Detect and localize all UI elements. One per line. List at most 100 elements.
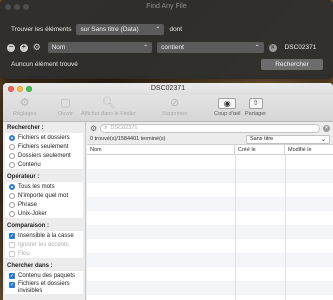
location-select-value: sur Sans titre (Data) bbox=[80, 25, 139, 33]
criterion-value-field[interactable]: DSC02371 bbox=[282, 42, 325, 53]
column-name[interactable]: Nom bbox=[87, 145, 235, 154]
find-any-file-search-window: Find Any File Trouver les éléments sur S… bbox=[0, 0, 333, 79]
delete-icon: ⊘ bbox=[170, 97, 180, 109]
clear-search-icon[interactable]: ✕ bbox=[323, 124, 330, 132]
clear-value-icon[interactable]: ✕ bbox=[268, 43, 277, 52]
checkbox-checked: ✓ bbox=[9, 272, 15, 279]
search-button[interactable]: Rechercher bbox=[261, 58, 323, 70]
column-divider bbox=[285, 155, 286, 300]
column-modified[interactable]: Modifié le bbox=[285, 145, 333, 154]
dark-window-title: Find Any File bbox=[146, 3, 187, 10]
option-case-insensitive[interactable]: ✓ Insensible à la casse bbox=[5, 231, 83, 240]
results-window-title: DSC02371 bbox=[150, 85, 186, 92]
radio-selected bbox=[9, 183, 15, 190]
option-label: Phrase bbox=[18, 201, 38, 208]
share-toolbar-item[interactable]: ⇧ Partager bbox=[245, 96, 266, 117]
option-label: Fichiers seulement bbox=[18, 143, 69, 150]
checkbox-checked: ✓ bbox=[9, 232, 15, 239]
criterion-op-value: contient bbox=[161, 44, 184, 51]
filter-search-text: DSC02371 bbox=[110, 125, 138, 131]
option-files-and-folders[interactable]: Fichiers et dossiers bbox=[5, 133, 83, 142]
radio bbox=[9, 192, 15, 199]
results-titlebar: DSC02371 bbox=[3, 83, 333, 95]
finder-label: Afficher dans le Finder bbox=[81, 111, 136, 117]
count-row: 0 trouvé(s)/1584401 terminé(s) Sans titr… bbox=[87, 134, 333, 145]
chevron-down-icon: ⌃ bbox=[155, 26, 161, 33]
suffix-label: dont bbox=[169, 25, 183, 33]
search-type-heading: Rechercher : bbox=[3, 122, 85, 133]
share-label: Partager bbox=[245, 111, 267, 117]
chevron-down-icon: ⌃ bbox=[254, 45, 260, 51]
gear-icon[interactable]: ⚙ bbox=[33, 42, 43, 53]
criterion-field-select[interactable]: Nom ⌃ bbox=[47, 42, 153, 53]
option-all-words[interactable]: Tous les mots bbox=[5, 182, 83, 191]
delete-toolbar-item[interactable]: ⊘ Supprimer bbox=[162, 96, 187, 117]
open-icon: ▢ bbox=[60, 97, 71, 109]
radio-selected bbox=[9, 134, 15, 141]
result-count: 0 trouvé(s)/1584401 terminé(s) bbox=[90, 136, 166, 142]
option-label: Flou bbox=[18, 250, 30, 257]
chevron-down-icon: ⌄ bbox=[320, 136, 326, 143]
radio bbox=[9, 161, 15, 168]
results-area: ⚙ ⌕ DSC02371 ✕ 0 trouvé(s)/1584401 termi… bbox=[87, 122, 333, 300]
filter-search-input[interactable]: ⌕ DSC02371 bbox=[100, 123, 320, 133]
criterion-op-select[interactable]: contient ⌃ bbox=[157, 42, 264, 53]
results-window: DSC02371 ⚙ Réglages ▢ Ouvrir 🔍︎ Afficher… bbox=[3, 83, 333, 300]
open-toolbar-item[interactable]: ▢ Ouvrir bbox=[58, 96, 73, 117]
delete-label: Supprimer bbox=[162, 111, 188, 117]
checkbox bbox=[9, 250, 15, 257]
option-label: Dossiers seulement bbox=[18, 152, 71, 159]
option-invisible-files[interactable]: ✓ Fichiers et dossiers invisibles bbox=[5, 280, 83, 294]
share-icon: ⇧ bbox=[248, 98, 263, 109]
option-content[interactable]: Contenu bbox=[5, 160, 83, 169]
option-label: Tous les mots bbox=[18, 183, 55, 190]
comparison-heading: Comparaison : bbox=[3, 220, 85, 231]
eye-icon: ◉ bbox=[218, 98, 237, 109]
option-label: Contenu des paquets bbox=[18, 272, 76, 279]
option-unix-joker[interactable]: Unix-Joker bbox=[5, 209, 83, 218]
radio bbox=[9, 210, 15, 217]
column-created[interactable]: Créé le bbox=[235, 145, 285, 154]
option-label: Ignorer les accents bbox=[18, 241, 69, 248]
toolbar: ⚙ Réglages ▢ Ouvrir 🔍︎ Afficher dans le … bbox=[3, 95, 333, 122]
option-folders-only[interactable]: Dossiers seulement bbox=[5, 151, 83, 160]
option-label: Fichiers et dossiers bbox=[18, 134, 70, 141]
option-label: N'importe quel mot bbox=[18, 192, 69, 199]
option-label: Insensible à la casse bbox=[18, 232, 74, 239]
criterion-field-value: Nom bbox=[51, 44, 66, 51]
sort-select[interactable]: Sans titre ⌄ bbox=[246, 134, 330, 144]
sort-value: Sans titre bbox=[250, 136, 274, 142]
checkbox-checked: ✓ bbox=[9, 282, 15, 288]
quicklook-label: Coup d'œil bbox=[214, 111, 241, 117]
gear-icon: ⚙ bbox=[19, 97, 30, 109]
search-in-heading: Chercher dans : bbox=[3, 260, 85, 271]
quicklook-toolbar-item[interactable]: ◉ Coup d'œil bbox=[214, 96, 240, 117]
location-select[interactable]: sur Sans titre (Data) ⌃ bbox=[76, 23, 165, 35]
finder-icon: 🔍︎ bbox=[101, 97, 116, 109]
status-text: Auncun élément trouvé bbox=[11, 60, 78, 68]
radio bbox=[9, 143, 15, 150]
radio bbox=[9, 201, 15, 208]
table-header: Nom Créé le Modifié le bbox=[87, 145, 333, 155]
option-label: Unix-Joker bbox=[18, 210, 47, 217]
open-label: Ouvrir bbox=[58, 111, 73, 117]
results-list[interactable] bbox=[87, 155, 333, 300]
search-icon: ⌕ bbox=[104, 124, 108, 131]
gear-icon[interactable]: ⚙ bbox=[90, 124, 97, 133]
option-label: Contenu bbox=[18, 161, 41, 168]
find-label: Trouver les éléments bbox=[11, 25, 72, 33]
remove-criterion-button[interactable]: − bbox=[7, 43, 15, 52]
option-phrase[interactable]: Phrase bbox=[5, 200, 83, 209]
add-criterion-button[interactable]: + bbox=[19, 43, 28, 52]
option-any-word[interactable]: N'importe quel mot bbox=[5, 191, 83, 200]
settings-toolbar-item[interactable]: ⚙ Réglages bbox=[13, 96, 36, 117]
finder-toolbar-item[interactable]: 🔍︎ Afficher dans le Finder bbox=[81, 96, 136, 117]
settings-label: Réglages bbox=[13, 111, 37, 117]
dark-titlebar: Find Any File bbox=[0, 0, 333, 13]
option-fuzzy: Flou bbox=[5, 249, 83, 258]
option-files-only[interactable]: Fichiers seulement bbox=[5, 142, 83, 151]
radio bbox=[9, 152, 15, 159]
operator-heading: Opérateur : bbox=[3, 171, 85, 182]
option-package-contents[interactable]: ✓ Contenu des paquets bbox=[5, 271, 83, 280]
checkbox bbox=[9, 241, 15, 248]
